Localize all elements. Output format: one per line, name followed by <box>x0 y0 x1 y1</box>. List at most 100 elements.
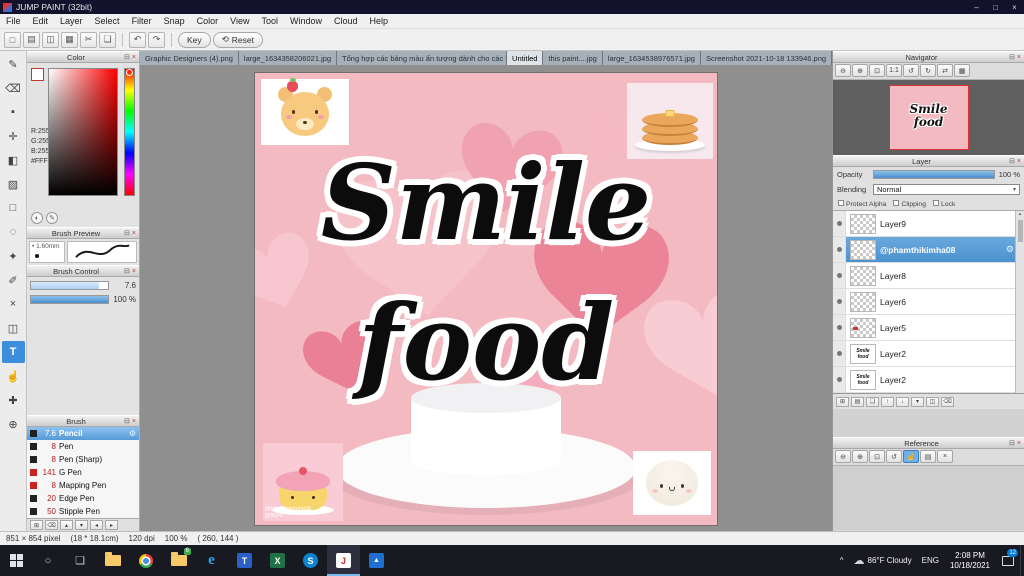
brush-up-button[interactable]: ▴ <box>60 520 73 530</box>
collapse-panel-icon[interactable]: ⊟ <box>1009 439 1015 447</box>
menu-snap[interactable]: Snap <box>158 16 191 26</box>
layer-row[interactable]: Layer5 <box>833 315 1024 341</box>
ref-rotate-button[interactable]: ↺ <box>886 450 902 463</box>
tab-document[interactable]: large_1634358206021.jpg <box>238 51 338 65</box>
brush-prev-button[interactable]: ◂ <box>90 520 103 530</box>
rotate-left-button[interactable]: ↺ <box>903 64 919 77</box>
collapse-panel-icon[interactable]: ⊟ <box>124 229 130 237</box>
pen-tool[interactable]: ✎ <box>2 53 25 75</box>
taskbar-teams[interactable]: T <box>228 545 261 576</box>
layer-row[interactable]: Layer9 <box>833 211 1024 237</box>
ref-zoom-out-button[interactable]: ⊖ <box>835 450 851 463</box>
select-rect-tool[interactable]: □ <box>2 197 25 219</box>
tab-document[interactable]: this paint....jpg <box>543 51 603 65</box>
rotate-right-button[interactable]: ↻ <box>920 64 936 77</box>
close-panel-icon[interactable]: × <box>132 268 136 275</box>
add-folder-button[interactable]: ▤ <box>851 396 864 407</box>
taskbar-file-explorer[interactable] <box>96 545 129 576</box>
layer-visibility-toggle[interactable] <box>833 289 846 314</box>
new-file-button[interactable]: □ <box>4 31 21 48</box>
brush-item-pen-sharp[interactable]: 8 Pen (Sharp) <box>27 453 139 466</box>
layer-visibility-toggle[interactable] <box>833 341 846 366</box>
menu-filter[interactable]: Filter <box>126 16 158 26</box>
menu-color[interactable]: Color <box>191 16 225 26</box>
redo-button[interactable]: ↷ <box>148 31 165 48</box>
canvas-viewport[interactable]: Smile food @phamthikimha08 @fb247 <box>140 65 832 531</box>
taskbar-excel[interactable]: X <box>261 545 294 576</box>
layer-row-selected[interactable]: @phamthikimha08 ⚙ <box>833 237 1024 263</box>
duplicate-layer-button[interactable]: ❏ <box>866 396 879 407</box>
merge-layer-button[interactable]: ▾ <box>911 396 924 407</box>
tab-document[interactable]: Screenshot 2021-10-18 133946.png <box>700 51 832 65</box>
zoom-in-button[interactable]: ⊕ <box>852 64 868 77</box>
copy-button[interactable]: ❏ <box>99 31 116 48</box>
magic-wand-tool[interactable]: ✦ <box>2 245 25 267</box>
tab-document[interactable]: large_1634538976571.jpg <box>602 51 701 65</box>
actual-size-button[interactable]: 1:1 <box>886 64 902 77</box>
taskbar-edge[interactable]: e <box>195 545 228 576</box>
cut-button[interactable]: ✂ <box>80 31 97 48</box>
clock[interactable]: 2:08 PM 10/18/2021 <box>944 551 996 571</box>
taskbar-chrome[interactable] <box>129 545 162 576</box>
taskbar-photos[interactable]: ▲ <box>360 545 393 576</box>
zoom-out-button[interactable]: ⊖ <box>835 64 851 77</box>
menu-file[interactable]: File <box>0 16 27 26</box>
action-center-button[interactable]: 12 <box>996 545 1020 576</box>
layer-visibility-toggle[interactable] <box>833 367 846 392</box>
tab-document-active[interactable]: Untitled <box>507 51 544 65</box>
text-tool[interactable]: T <box>1 341 25 363</box>
brush-item-g-pen[interactable]: 141 G Pen <box>27 466 139 479</box>
layer-row[interactable]: Smile food Layer2 <box>833 341 1024 367</box>
select-erase-tool[interactable]: × <box>2 293 25 315</box>
protect-alpha-checkbox[interactable]: Protect Alpha <box>838 199 886 208</box>
shape-tool[interactable]: ✚ <box>2 389 25 411</box>
artwork[interactable]: Smile food @phamthikimha08 @fb247 <box>255 73 717 525</box>
taskbar-downloads-folder[interactable]: 6 <box>162 545 195 576</box>
scroll-up-icon[interactable]: ▴ <box>1019 211 1022 217</box>
reset-button[interactable]: ⟲ Reset <box>212 31 263 48</box>
layer-visibility-toggle[interactable] <box>833 211 846 236</box>
foreground-color-swatch[interactable] <box>31 68 44 81</box>
ref-zoom-in-button[interactable]: ⊕ <box>852 450 868 463</box>
menu-window[interactable]: Window <box>284 16 328 26</box>
hue-strip[interactable] <box>124 68 135 196</box>
brush-size-slider[interactable] <box>30 281 109 290</box>
lasso-tool[interactable]: ◌ <box>2 221 25 243</box>
save-as-button[interactable]: ▦ <box>61 31 78 48</box>
collapse-panel-icon[interactable]: ⊟ <box>124 53 130 61</box>
move-layer-up-button[interactable]: ↑ <box>881 396 894 407</box>
color-wheel-button[interactable]: ◐ <box>31 212 43 224</box>
layer-row[interactable]: Layer6 <box>833 289 1024 315</box>
layer-row[interactable]: Layer8 <box>833 263 1024 289</box>
tray-overflow-arrow[interactable]: ^ <box>835 556 849 565</box>
brush-item-stipple-pen[interactable]: 50 Stipple Pen <box>27 505 139 518</box>
menu-select[interactable]: Select <box>89 16 126 26</box>
zoom-tool[interactable]: ⊕ <box>2 413 25 435</box>
eyedropper-button[interactable]: ✎ <box>46 212 58 224</box>
menu-edit[interactable]: Edit <box>27 16 55 26</box>
pixel-tool[interactable]: ▪ <box>2 101 25 123</box>
tab-document[interactable]: Tổng hợp các bảng màu ấn tượng dành cho … <box>337 51 508 65</box>
language-indicator[interactable]: ENG <box>917 556 944 565</box>
hue-marker[interactable] <box>126 69 133 76</box>
start-button[interactable] <box>0 545 32 576</box>
open-file-button[interactable]: ▤ <box>23 31 40 48</box>
grid-toggle-button[interactable]: ▦ <box>954 64 970 77</box>
layer-visibility-toggle[interactable] <box>833 263 846 288</box>
delete-brush-button[interactable]: ⌫ <box>45 520 58 530</box>
taskbar-skype[interactable]: S <box>294 545 327 576</box>
collapse-panel-icon[interactable]: ⊟ <box>1009 157 1015 165</box>
minimize-button[interactable]: – <box>967 0 986 14</box>
layer-visibility-toggle[interactable] <box>833 315 846 340</box>
ref-fit-button[interactable]: ⊡ <box>869 450 885 463</box>
menu-view[interactable]: View <box>224 16 255 26</box>
close-panel-icon[interactable]: × <box>1017 54 1021 61</box>
layer-list-scrollbar[interactable]: ▴ <box>1015 211 1024 393</box>
close-button[interactable]: × <box>1005 0 1024 14</box>
taskbar-jump-paint-active[interactable]: J <box>327 545 360 576</box>
flip-view-button[interactable]: ⇄ <box>937 64 953 77</box>
move-tool[interactable]: ✛ <box>2 125 25 147</box>
collapse-panel-icon[interactable]: ⊟ <box>1009 53 1015 61</box>
select-pen-tool[interactable]: ✐ <box>2 269 25 291</box>
delete-layer-button[interactable]: ⌫ <box>941 396 954 407</box>
